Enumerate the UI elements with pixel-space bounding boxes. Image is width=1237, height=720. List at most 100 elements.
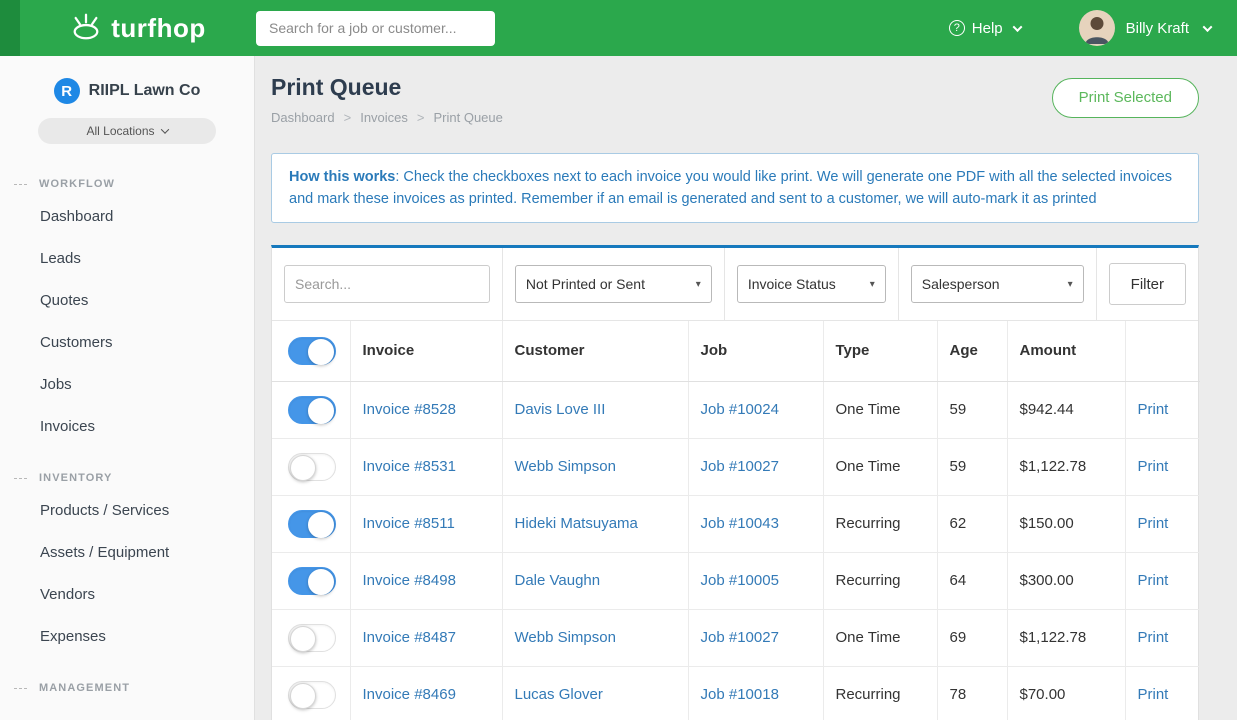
topbar-right: Help Billy Kraft (949, 10, 1237, 46)
print-link[interactable]: Print (1138, 401, 1169, 418)
job-link[interactable]: Job #10005 (701, 572, 779, 589)
sidebar-item-expenses[interactable]: Expenses (0, 616, 254, 658)
section-dash-icon (14, 478, 27, 479)
sidebar-section-inventory: INVENTORY Products / Services Assets / E… (0, 470, 254, 658)
table-row: Invoice #8498 Dale Vaughn Job #10005 Rec… (272, 552, 1200, 609)
invoice-age: 59 (950, 458, 967, 475)
invoice-link[interactable]: Invoice #8531 (363, 458, 456, 475)
chevron-down-icon (160, 125, 168, 133)
sidebar-item-jobs[interactable]: Jobs (0, 364, 254, 406)
table-row: Invoice #8469 Lucas Glover Job #10018 Re… (272, 666, 1200, 720)
print-link[interactable]: Print (1138, 629, 1169, 646)
page-header: Print Queue Dashboard Invoices Print Que… (271, 70, 1199, 125)
job-link[interactable]: Job #10027 (701, 458, 779, 475)
invoice-type: Recurring (836, 686, 901, 703)
column-header-age: Age (937, 321, 1007, 381)
breadcrumb-dashboard[interactable]: Dashboard (271, 110, 335, 125)
invoice-amount: $70.00 (1020, 686, 1066, 703)
row-select-toggle[interactable] (288, 396, 336, 424)
sidebar-item-leads[interactable]: Leads (0, 238, 254, 280)
customer-link[interactable]: Davis Love III (515, 401, 606, 418)
invoice-amount: $1,122.78 (1020, 458, 1087, 475)
customer-link[interactable]: Hideki Matsuyama (515, 515, 638, 532)
breadcrumb-separator (344, 110, 352, 125)
customer-link[interactable]: Webb Simpson (515, 458, 616, 475)
invoice-link[interactable]: Invoice #8528 (363, 401, 456, 418)
invoice-age: 62 (950, 515, 967, 532)
print-queue-table: Invoice Customer Job Type Age Amount Inv… (272, 321, 1200, 720)
column-header-amount: Amount (1007, 321, 1125, 381)
invoice-age: 69 (950, 629, 967, 646)
filter-button[interactable]: Filter (1109, 263, 1186, 305)
invoice-link[interactable]: Invoice #8469 (363, 686, 456, 703)
print-link[interactable]: Print (1138, 515, 1169, 532)
info-banner: How this works: Check the checkboxes nex… (271, 153, 1199, 223)
sidebar-item-dashboard[interactable]: Dashboard (0, 196, 254, 238)
row-select-toggle[interactable] (288, 567, 336, 595)
column-header-type: Type (823, 321, 937, 381)
chevron-down-icon (1012, 22, 1022, 32)
chevron-down-icon (1068, 279, 1073, 290)
column-header-job: Job (688, 321, 823, 381)
company-name: RIIPL Lawn Co (89, 82, 201, 100)
sidebar-item-vendors[interactable]: Vendors (0, 574, 254, 616)
locations-selector[interactable]: All Locations (38, 118, 216, 144)
sidebar-item-customers[interactable]: Customers (0, 322, 254, 364)
invoice-link[interactable]: Invoice #8511 (363, 515, 455, 532)
invoice-amount: $300.00 (1020, 572, 1074, 589)
table-search-input[interactable] (284, 265, 490, 303)
sidebar-section-header-workflow[interactable]: WORKFLOW (0, 176, 254, 192)
print-link[interactable]: Print (1138, 572, 1169, 589)
job-link[interactable]: Job #10027 (701, 629, 779, 646)
page-title: Print Queue (271, 70, 503, 102)
invoice-age: 78 (950, 686, 967, 703)
breadcrumb-invoices[interactable]: Invoices (360, 110, 408, 125)
invoice-amount: $942.44 (1020, 401, 1074, 418)
help-icon (949, 20, 965, 36)
print-link[interactable]: Print (1138, 686, 1169, 703)
filter-bar: Not Printed or Sent Invoice Status Sales… (272, 248, 1198, 321)
sidebar-item-quotes[interactable]: Quotes (0, 280, 254, 322)
locations-label: All Locations (86, 124, 154, 138)
sidebar-item-assets-equipment[interactable]: Assets / Equipment (0, 532, 254, 574)
salesperson-select[interactable]: Salesperson (911, 265, 1084, 303)
global-search-input[interactable] (256, 11, 495, 46)
invoice-status-value: Invoice Status (748, 276, 836, 292)
row-select-toggle[interactable] (288, 624, 336, 652)
main-content: Print Queue Dashboard Invoices Print Que… (256, 56, 1237, 720)
customer-link[interactable]: Lucas Glover (515, 686, 603, 703)
job-link[interactable]: Job #10043 (701, 515, 779, 532)
user-menu[interactable]: Billy Kraft (1079, 10, 1211, 46)
sidebar-section-header-management[interactable]: MANAGEMENT (0, 680, 254, 696)
invoice-age: 59 (950, 401, 967, 418)
invoice-link[interactable]: Invoice #8498 (363, 572, 456, 589)
breadcrumb-current: Print Queue (434, 110, 503, 125)
select-all-toggle[interactable] (288, 337, 336, 365)
invoice-link[interactable]: Invoice #8487 (363, 629, 456, 646)
sidebar-item-invoices[interactable]: Invoices (0, 406, 254, 448)
row-select-toggle[interactable] (288, 510, 336, 538)
print-selected-button[interactable]: Print Selected (1052, 78, 1199, 118)
sidebar-section-header-inventory[interactable]: INVENTORY (0, 470, 254, 486)
customer-link[interactable]: Webb Simpson (515, 629, 616, 646)
chevron-down-icon (1203, 22, 1213, 32)
sidebar-section-workflow: WORKFLOW Dashboard Leads Quotes Customer… (0, 176, 254, 448)
job-link[interactable]: Job #10024 (701, 401, 779, 418)
row-select-toggle[interactable] (288, 681, 336, 709)
breadcrumb: Dashboard Invoices Print Queue (271, 110, 503, 125)
salesperson-value: Salesperson (922, 276, 1000, 292)
help-menu[interactable]: Help (949, 20, 1021, 37)
sidebar-item-products-services[interactable]: Products / Services (0, 490, 254, 532)
section-label: WORKFLOW (39, 178, 115, 190)
printed-filter-select[interactable]: Not Printed or Sent (515, 265, 712, 303)
customer-link[interactable]: Dale Vaughn (515, 572, 601, 589)
row-select-toggle[interactable] (288, 453, 336, 481)
job-link[interactable]: Job #10018 (701, 686, 779, 703)
chevron-down-icon (870, 279, 875, 290)
invoice-status-select[interactable]: Invoice Status (737, 265, 886, 303)
print-link[interactable]: Print (1138, 458, 1169, 475)
column-header-customer: Customer (502, 321, 688, 381)
brand-logo[interactable]: turfhop (20, 11, 256, 46)
section-label: MANAGEMENT (39, 682, 130, 694)
info-banner-body: : Check the checkboxes next to each invo… (289, 169, 1172, 207)
